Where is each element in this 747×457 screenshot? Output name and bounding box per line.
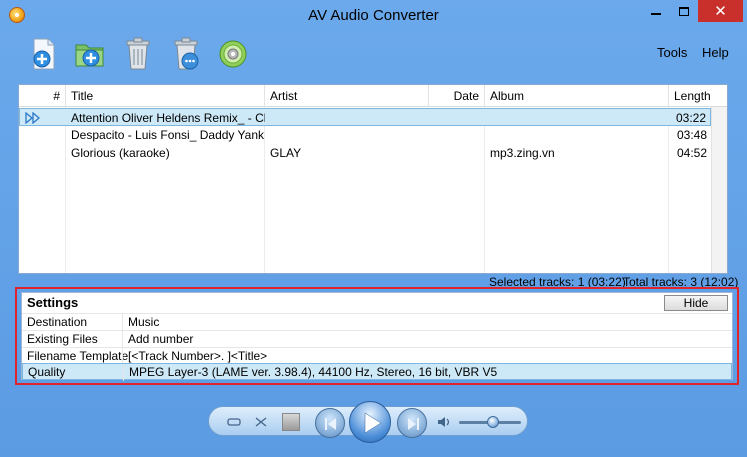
cell-length: 04:52: [676, 146, 707, 160]
minimize-icon: [651, 13, 661, 15]
shuffle-icon[interactable]: [254, 415, 268, 429]
cell-length: 03:22: [675, 111, 706, 125]
menu-help[interactable]: Help: [702, 45, 729, 60]
cell-title: Glorious (karaoke): [71, 146, 170, 160]
now-playing-icon: [25, 112, 41, 124]
window-title: AV Audio Converter: [308, 7, 439, 24]
add-folder-icon: [75, 44, 104, 67]
table-row[interactable]: Despacito - Luis Fonsi_ Daddy Yank... 03…: [19, 126, 711, 144]
maximize-icon: [679, 6, 689, 16]
setting-row-destination[interactable]: Destination Music: [22, 313, 732, 331]
cell-artist: [265, 126, 429, 144]
minimize-button[interactable]: [642, 0, 670, 22]
trash-icon: [126, 37, 150, 70]
cell-title: Attention Oliver Heldens Remix_ - Ch...: [71, 111, 265, 125]
convert-button[interactable]: [217, 37, 249, 71]
settings-panel: Settings Hide Destination Music Existing…: [21, 292, 733, 381]
column-header-length[interactable]: Length: [669, 85, 711, 107]
setting-divider: [122, 314, 123, 331]
play-button[interactable]: [349, 401, 391, 443]
hide-settings-button[interactable]: Hide: [664, 295, 728, 311]
maximize-button[interactable]: [670, 0, 698, 22]
volume-icon[interactable]: [437, 415, 453, 429]
column-header-artist[interactable]: Artist: [265, 85, 429, 107]
cell-artist: GLAY: [270, 146, 302, 160]
setting-label: Destination: [27, 315, 88, 329]
app-window: AV Audio Converter ✕ Tools Help # Title …: [0, 0, 747, 457]
previous-icon: [325, 418, 336, 430]
setting-row-existing-files[interactable]: Existing Files Add number: [22, 330, 732, 348]
add-folder-button[interactable]: [74, 37, 106, 71]
cell-artist: [265, 109, 429, 127]
vertical-scrollbar[interactable]: [711, 107, 727, 273]
menu-tools[interactable]: Tools: [657, 45, 687, 60]
cell-album: [484, 109, 668, 127]
column-header-index[interactable]: #: [19, 85, 66, 107]
trash-all-icon: [174, 37, 199, 70]
cell-length: 03:48: [676, 128, 707, 142]
column-header-date[interactable]: Date: [429, 85, 485, 107]
cell-album: [485, 126, 669, 144]
add-file-button[interactable]: [28, 37, 60, 71]
remove-all-button[interactable]: [170, 37, 202, 71]
setting-row-quality[interactable]: Quality MPEG Layer-3 (LAME ver. 3.98.4),…: [22, 363, 732, 381]
setting-value: MPEG Layer-3 (LAME ver. 3.98.4), 44100 H…: [129, 365, 498, 379]
next-button[interactable]: [397, 408, 427, 438]
table-row[interactable]: Attention Oliver Heldens Remix_ - Ch... …: [19, 108, 711, 126]
setting-label: Quality: [28, 365, 66, 379]
add-file-icon: [33, 38, 55, 70]
setting-divider: [123, 364, 124, 381]
setting-row-filename-template[interactable]: Filename Template [<Track Number>. ]<Tit…: [22, 347, 732, 365]
title-bar: AV Audio Converter ✕: [0, 0, 747, 30]
volume-slider-thumb[interactable]: [487, 416, 499, 428]
cell-title: Despacito - Luis Fonsi_ Daddy Yank...: [71, 128, 265, 142]
play-icon: [364, 412, 382, 434]
column-header-album[interactable]: Album: [485, 85, 669, 107]
close-button[interactable]: ✕: [698, 0, 743, 22]
setting-value: Music: [128, 315, 160, 329]
setting-label: Existing Files: [27, 332, 98, 346]
cell-album: mp3.zing.vn: [490, 146, 555, 160]
repeat-icon[interactable]: [227, 415, 241, 429]
setting-value: Add number: [128, 332, 194, 346]
player-controls: [208, 401, 528, 443]
setting-divider: [122, 331, 123, 348]
remove-track-button[interactable]: [122, 37, 154, 71]
table-header: # Title Artist Date Album Length: [19, 85, 727, 107]
convert-disc-icon: [219, 40, 247, 68]
stop-button[interactable]: [282, 413, 300, 431]
column-header-title[interactable]: Title: [66, 85, 265, 107]
next-icon: [408, 418, 419, 430]
toolbar: Tools Help: [0, 30, 747, 80]
settings-highlight: Settings Hide Destination Music Existing…: [15, 287, 739, 385]
settings-title: Settings: [27, 295, 79, 310]
table-row[interactable]: Glorious (karaoke) GLAY mp3.zing.vn 04:5…: [19, 144, 711, 162]
track-list[interactable]: # Title Artist Date Album Length Attenti…: [18, 84, 728, 274]
previous-button[interactable]: [315, 408, 345, 438]
